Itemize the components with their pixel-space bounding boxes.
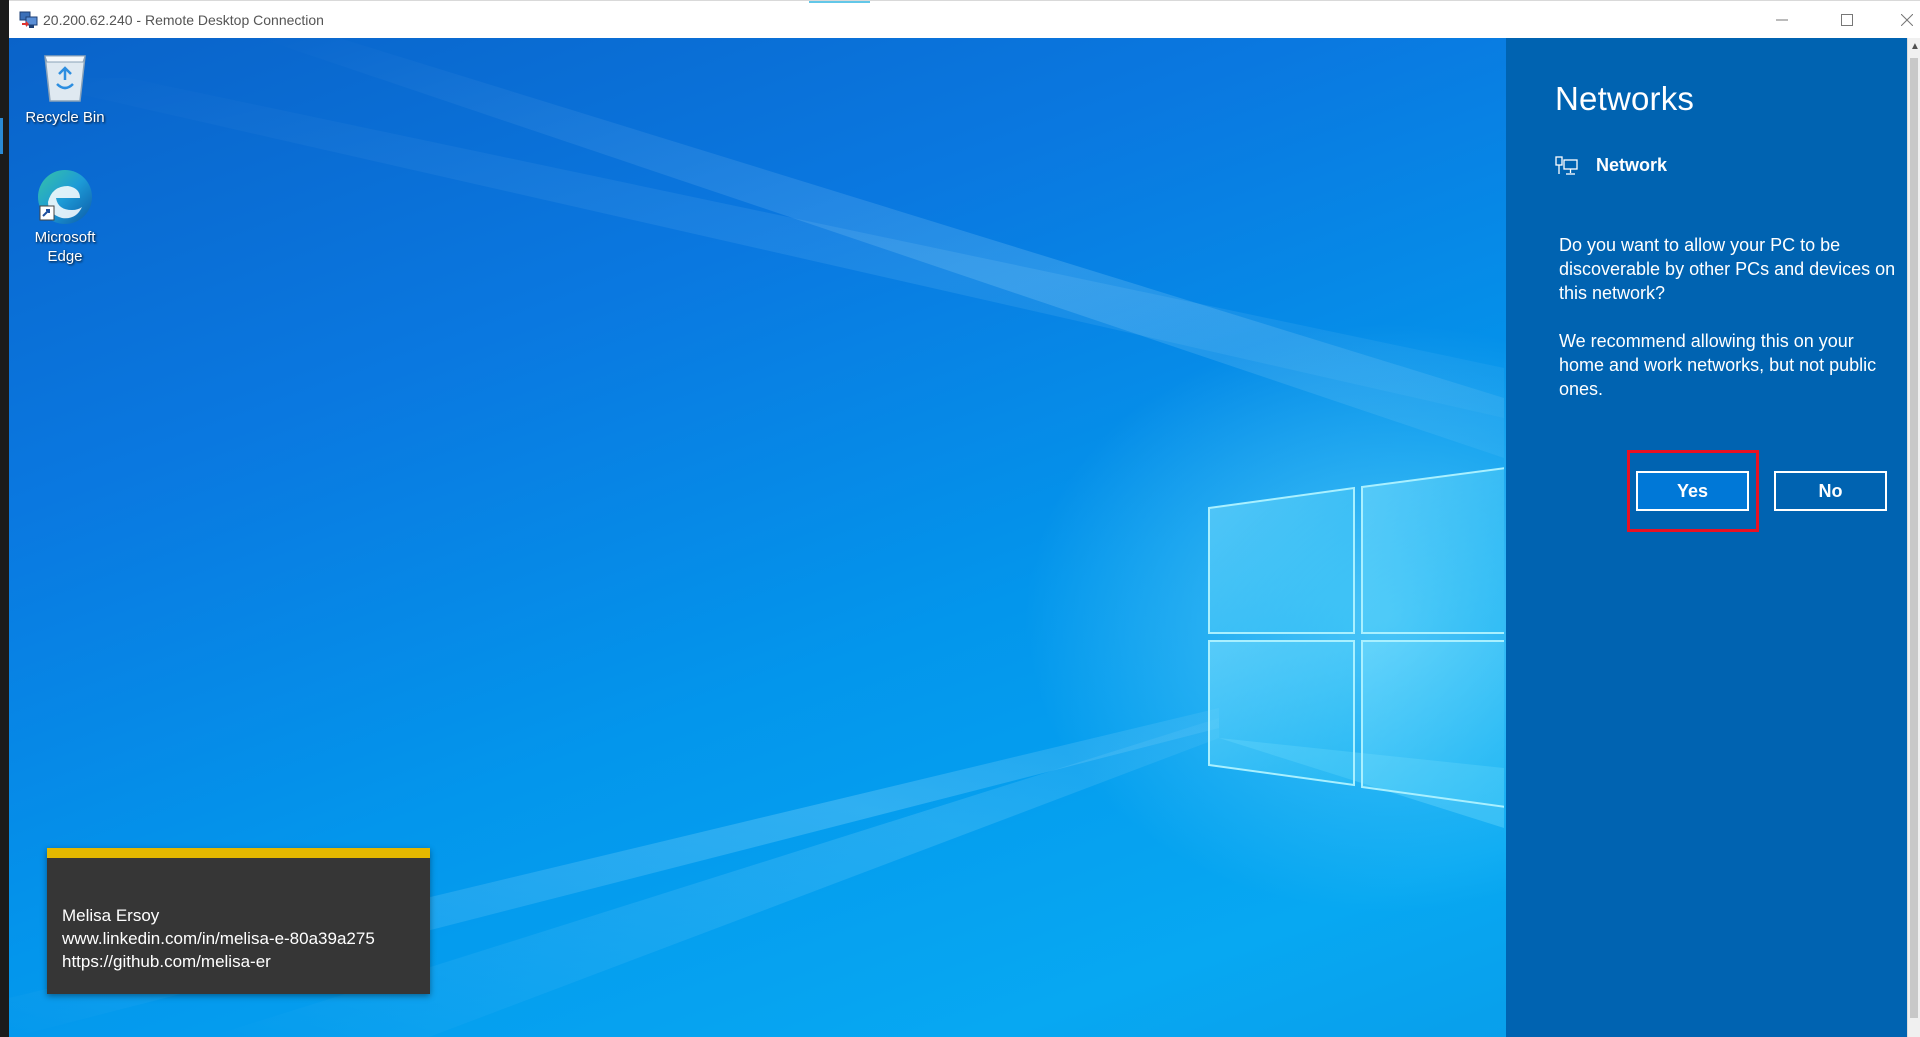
no-button[interactable]: No [1774,471,1887,511]
caption-linkedin: www.linkedin.com/in/melisa-e-80a39a275 [62,929,375,948]
windows-logo-wallpaper [1208,467,1504,808]
edge-icon [38,170,92,224]
discoverable-recommendation: We recommend allowing this on your home … [1559,331,1877,399]
maximize-icon [1841,14,1853,26]
discoverable-question: Do you want to allow your PC to be disco… [1559,235,1896,303]
minimize-button[interactable] [1759,1,1805,39]
recycle-bin-icon [44,55,86,102]
desktop-icon-label: Recycle Bin [25,109,105,126]
caption-card: Melisa Ersoy www.linkedin.com/in/melisa-… [47,848,430,994]
vertical-scrollbar[interactable]: ▲ [1907,38,1920,1037]
desktop-icon-microsoft-edge[interactable]: Microsoft Edge [19,166,111,266]
title-bar-accent [809,1,870,3]
networks-panel-title: Networks [1555,80,1695,117]
close-icon [1901,14,1913,26]
host-taskbar-edge [0,0,9,1037]
minimize-icon [1776,19,1788,21]
desktop-icon-label: Microsoft Edge [34,229,96,265]
scroll-up-icon[interactable]: ▲ [1910,42,1920,52]
network-computer-icon [1555,155,1578,175]
caption-name: Melisa Ersoy [62,906,160,925]
maximize-button[interactable] [1824,1,1870,39]
networks-flyout-panel: Networks Network Do you want to allow yo… [1506,38,1907,1037]
remote-desktop-icon [19,11,38,28]
caption-card-stripe [47,848,430,858]
close-button[interactable] [1884,1,1920,39]
window-title: 20.200.62.240 - Remote Desktop Connectio… [43,12,324,28]
caption-github: https://github.com/melisa-er [62,952,271,971]
desktop-icon-recycle-bin[interactable]: Recycle Bin [19,46,111,127]
remote-desktop-window: 20.200.62.240 - Remote Desktop Connectio… [9,0,1920,1037]
network-name: Network [1596,155,1668,175]
yes-button[interactable]: Yes [1636,471,1749,511]
title-bar[interactable]: 20.200.62.240 - Remote Desktop Connectio… [9,0,1920,38]
network-entry: Network [1555,155,1667,176]
scrollbar-thumb[interactable] [1910,58,1918,1018]
host-taskbar-active-indicator [0,118,3,154]
